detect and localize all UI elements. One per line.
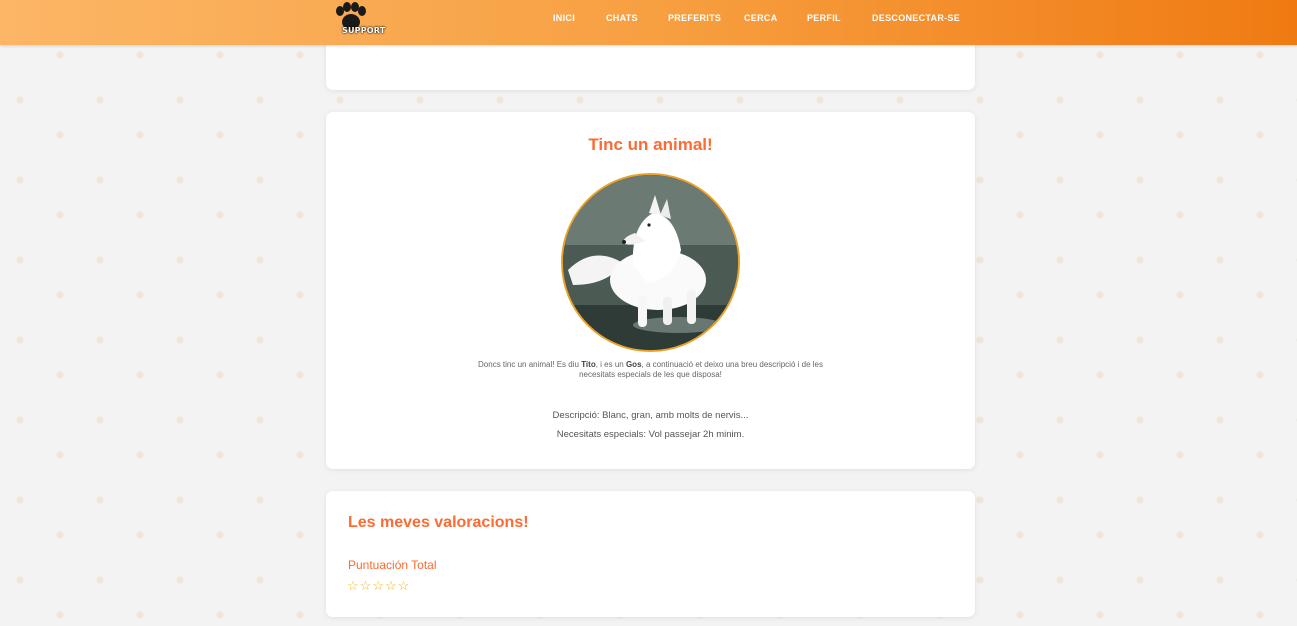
animal-title: Tinc un animal! bbox=[588, 135, 713, 154]
nav-chats[interactable]: CHATS bbox=[606, 13, 638, 23]
animal-special-needs: Necesitats especials: Vol passejar 2h mi… bbox=[556, 429, 745, 440]
intro-text-a: Doncs tinc un animal! Es diu bbox=[478, 360, 582, 369]
nav-inici[interactable]: INICI bbox=[553, 13, 575, 23]
nav-preferits[interactable]: PREFERITS bbox=[668, 13, 721, 23]
star-icon[interactable]: ☆ bbox=[372, 579, 384, 593]
star-icon[interactable]: ☆ bbox=[360, 579, 372, 593]
nav-desconectar[interactable]: DESCONECTAR-SE bbox=[872, 13, 960, 23]
logo[interactable]: SUPPORT bbox=[331, 2, 387, 40]
logo-text: SUPPORT bbox=[342, 26, 386, 35]
nav-perfil[interactable]: PERFIL bbox=[807, 13, 841, 23]
intro-text-b: , i es un bbox=[595, 360, 626, 369]
ratings-card: Les meves valoracions! Puntuación Total … bbox=[326, 491, 975, 617]
animal-intro: Doncs tinc un animal! Es diu Tito, i es … bbox=[476, 360, 825, 380]
star-icon[interactable]: ☆ bbox=[398, 579, 410, 593]
animal-description: Descripció: Blanc, gran, amb molts de ne… bbox=[552, 410, 749, 421]
animal-species: Gos bbox=[625, 360, 642, 369]
white-dog-photo bbox=[563, 175, 738, 350]
animal-name: Tito bbox=[581, 360, 596, 369]
score-label: Puntuación Total bbox=[348, 558, 437, 572]
nav-cerca[interactable]: CERCA bbox=[744, 13, 778, 23]
rating-stars: ☆ ☆ ☆ ☆ ☆ bbox=[347, 579, 409, 593]
star-icon[interactable]: ☆ bbox=[347, 579, 359, 593]
animal-card: Tinc un animal! Doncs tinc un animal! Es… bbox=[326, 112, 975, 469]
top-navbar: SUPPORT INICI CHATS PREFERITS CERCA PERF… bbox=[0, 0, 1297, 45]
ratings-title: Les meves valoracions! bbox=[348, 514, 529, 531]
star-icon[interactable]: ☆ bbox=[385, 579, 397, 593]
animal-photo bbox=[561, 173, 740, 352]
